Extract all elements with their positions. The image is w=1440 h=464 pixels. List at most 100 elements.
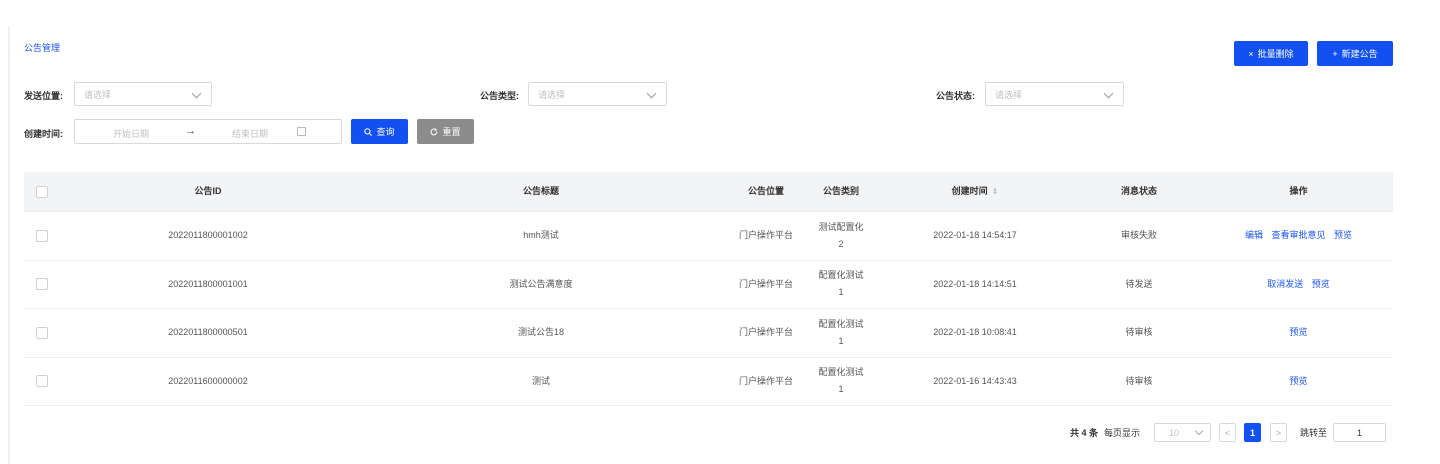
chevron-down-icon: [1194, 426, 1204, 436]
cell-id: 2022011800001002: [168, 230, 248, 241]
header-title: 公告标题: [522, 186, 559, 196]
header-id: 公告ID: [194, 186, 222, 196]
select-all-checkbox[interactable]: [36, 185, 48, 198]
jump-page-input[interactable]: 1: [1333, 423, 1386, 442]
cell-type-wrap: 配置化测试1: [806, 316, 876, 350]
cell-id: 2022011800001001: [168, 278, 248, 289]
calendar-icon: [297, 127, 306, 136]
query-button[interactable]: 查询: [351, 119, 408, 144]
refresh-icon: [431, 127, 438, 135]
header-created-label: 创建时间: [951, 186, 988, 196]
send-position-label: 发送位置:: [24, 91, 63, 101]
notice-type-select[interactable]: 请选择: [528, 82, 667, 106]
batch-delete-button[interactable]: × 批量删除: [1234, 41, 1308, 66]
prev-page-button[interactable]: <: [1219, 423, 1236, 442]
cell-position: 门户操作平台: [738, 375, 793, 386]
cell-position-wrap: 门户操作平台: [726, 276, 806, 293]
cell-title: 测试: [531, 375, 550, 386]
cell-status: 待审核: [1125, 327, 1153, 338]
preview-link[interactable]: 预览: [1289, 327, 1307, 337]
cell-id: 2022011600000002: [168, 375, 248, 386]
notice-type-placeholder: 请选择: [538, 89, 566, 100]
header-checkbox-cell: [24, 185, 60, 198]
cell-ops: 预览: [1204, 373, 1393, 390]
pagination-total: 共 4 条: [1070, 428, 1099, 438]
end-date-input[interactable]: 结束日期: [232, 127, 268, 140]
table-row: 2022011800001001 测试公告满意度 门户操作平台 配置化测试1 2…: [24, 261, 1393, 309]
next-page-button[interactable]: >: [1270, 423, 1287, 442]
view-approval-link[interactable]: 查看审批意见: [1271, 230, 1325, 240]
row-checkbox[interactable]: [36, 375, 48, 388]
row-checkbox-cell: [24, 278, 60, 291]
cell-ops: 编辑 查看审批意见 预览: [1204, 227, 1393, 244]
cell-type: 配置化测试1: [818, 367, 864, 395]
row-checkbox[interactable]: [36, 229, 48, 242]
cell-ops: 取消发送 预览: [1204, 276, 1393, 293]
chevron-down-icon: [191, 88, 202, 99]
cell-created: 2022-01-18 10:08:41: [933, 327, 1017, 338]
cell-title: 测试公告满意度: [509, 278, 573, 289]
page-size-select[interactable]: 10: [1154, 423, 1211, 442]
query-label: 查询: [376, 127, 395, 137]
cell-position-wrap: 门户操作平台: [726, 227, 806, 244]
table-header: 公告ID 公告标题 公告位置 公告类别 创建时间 ⇕ 消息状态 操作: [24, 172, 1393, 212]
preview-link[interactable]: 预览: [1312, 279, 1330, 289]
search-icon: [364, 127, 373, 136]
cell-type: 配置化测试1: [818, 318, 864, 346]
cell-id: 2022011800000501: [168, 327, 248, 338]
row-checkbox[interactable]: [36, 278, 48, 291]
header-ops: 操作: [1289, 186, 1308, 196]
breadcrumb[interactable]: 公告管理: [24, 41, 60, 54]
created-time-range-picker[interactable]: 开始日期 → 结束日期: [74, 119, 342, 144]
cancel-send-link[interactable]: 取消发送: [1267, 279, 1303, 289]
cell-type-wrap: 测试配置化2: [806, 219, 876, 253]
arrow-right-icon: →: [185, 125, 196, 137]
reset-button[interactable]: 重置: [417, 119, 474, 144]
preview-link[interactable]: 预览: [1289, 376, 1307, 386]
cell-type-wrap: 配置化测试1: [806, 364, 876, 398]
row-checkbox[interactable]: [36, 326, 48, 339]
edit-link[interactable]: 编辑: [1245, 230, 1263, 240]
send-position-select[interactable]: 请选择: [74, 82, 212, 106]
page-1-button[interactable]: 1: [1244, 423, 1261, 442]
new-notice-button[interactable]: + 新建公告: [1317, 41, 1393, 66]
start-date-input[interactable]: 开始日期: [113, 127, 149, 140]
page-size-value: 10: [1169, 427, 1180, 438]
cell-type: 测试配置化2: [818, 221, 864, 249]
cell-position: 门户操作平台: [738, 327, 793, 338]
preview-link[interactable]: 预览: [1334, 230, 1352, 240]
header-type: 公告类别: [822, 186, 859, 196]
notice-status-placeholder: 请选择: [995, 89, 1023, 100]
chevron-down-icon: [1103, 88, 1114, 99]
cell-status: 待审核: [1125, 375, 1153, 386]
cell-created: 2022-01-18 14:14:51: [933, 278, 1017, 289]
created-time-label: 创建时间:: [24, 129, 63, 139]
cell-type: 配置化测试1: [818, 270, 864, 298]
notice-table: 公告ID 公告标题 公告位置 公告类别 创建时间 ⇕ 消息状态 操作 202201…: [24, 172, 1393, 406]
notice-status-select[interactable]: 请选择: [985, 82, 1124, 106]
close-icon: ×: [1248, 48, 1254, 59]
chevron-down-icon: [646, 88, 657, 99]
batch-delete-label: 批量删除: [1257, 49, 1294, 59]
row-checkbox-cell: [24, 375, 60, 388]
cell-created: 2022-01-18 14:54:17: [933, 230, 1017, 241]
table-row: 2022011800001002 hmh测试 门户操作平台 测试配置化2 202…: [24, 212, 1393, 261]
cell-status: 审核失败: [1120, 230, 1157, 241]
send-position-placeholder: 请选择: [84, 89, 112, 100]
cell-position-wrap: 门户操作平台: [726, 373, 806, 390]
notice-status-label: 公告状态:: [936, 91, 975, 101]
cell-title: hmh测试: [523, 230, 559, 241]
sort-icon[interactable]: ⇕: [992, 183, 999, 200]
row-checkbox-cell: [24, 326, 60, 339]
reset-label: 重置: [442, 127, 461, 137]
row-checkbox-cell: [24, 229, 60, 242]
pagination-per-page-label: 每页显示: [1104, 428, 1141, 438]
pagination-summary: 共 4 条 每页显示: [1070, 423, 1140, 442]
jump-label: 跳转至: [1300, 428, 1328, 438]
cell-ops: 预览: [1204, 324, 1393, 341]
page-left-border: [8, 27, 10, 464]
header-status: 消息状态: [1120, 186, 1157, 196]
header-created-time[interactable]: 创建时间 ⇕: [876, 183, 1074, 200]
cell-title: 测试公告18: [517, 327, 564, 338]
cell-position-wrap: 门户操作平台: [726, 324, 806, 341]
